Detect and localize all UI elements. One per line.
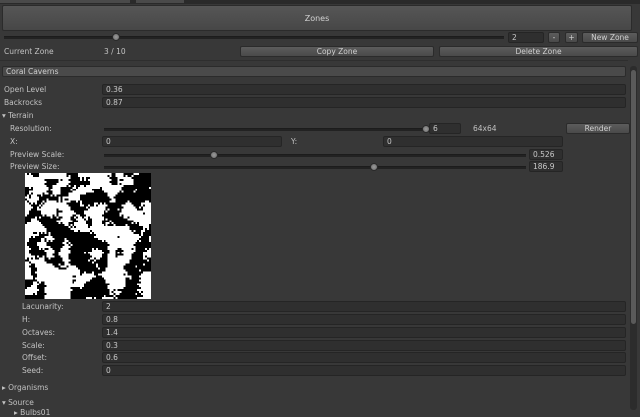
lacunarity-field[interactable]: 2 [102, 301, 626, 312]
preview-scale-label: Preview Scale: [10, 150, 65, 159]
lacunarity-label: Lacunarity: [22, 302, 64, 311]
y-field[interactable]: 0 [383, 136, 563, 147]
open-level-field[interactable]: 0.36 [102, 84, 626, 95]
terrain-preview-image [25, 173, 151, 299]
foldout-open-icon: ▾ [2, 398, 6, 407]
offset-label: Offset: [22, 353, 48, 362]
preview-size-field[interactable]: 186.9 [529, 161, 563, 172]
resolution-size-text: 64x64 [473, 124, 497, 133]
zone-index-field[interactable]: 2 [508, 32, 544, 43]
zones-header-button[interactable]: Zones [2, 5, 632, 31]
resolution-slider-track[interactable] [104, 128, 426, 131]
offset-field[interactable]: 0.6 [102, 352, 626, 363]
new-zone-button[interactable]: New Zone [582, 32, 638, 43]
window-tab-strip [0, 0, 640, 4]
delete-zone-button[interactable]: Delete Zone [439, 46, 638, 57]
preview-size-slider-track[interactable] [104, 166, 526, 169]
current-zone-value: 3 / 10 [104, 47, 126, 56]
h-field[interactable]: 0.8 [102, 314, 626, 325]
render-button[interactable]: Render [566, 123, 630, 134]
divider [0, 60, 628, 61]
current-zone-label: Current Zone [4, 47, 54, 56]
open-level-label: Open Level [4, 85, 47, 94]
scale-field[interactable]: 0.3 [102, 340, 626, 351]
zones-title: Zones [304, 13, 330, 23]
x-field[interactable]: 0 [102, 136, 282, 147]
preview-size-label: Preview Size: [10, 162, 60, 171]
source-label: Source [8, 398, 34, 407]
seed-field[interactable]: 0 [102, 365, 626, 376]
foldout-closed-icon: ▸ [2, 383, 6, 392]
terrain-foldout[interactable]: ▾ Terrain [2, 111, 34, 120]
copy-zone-button[interactable]: Copy Zone [240, 46, 434, 57]
zone-slider-track[interactable] [4, 36, 504, 39]
x-label: X: [10, 137, 18, 146]
resolution-field[interactable]: 6 [429, 123, 461, 134]
inspector-scroll-thumb[interactable] [631, 70, 636, 324]
backrocks-label: Backrocks [4, 98, 43, 107]
source-foldout[interactable]: ▾ Source [2, 398, 34, 407]
window-tab[interactable] [0, 0, 130, 3]
preview-scale-slider-track[interactable] [104, 154, 526, 157]
octaves-field[interactable]: 1.4 [102, 327, 626, 338]
zone-name-field[interactable]: Coral Caverns [2, 66, 626, 77]
terrain-label: Terrain [8, 111, 34, 120]
foldout-open-icon: ▾ [2, 111, 6, 120]
seed-label: Seed: [22, 366, 44, 375]
preview-scale-slider-knob[interactable] [209, 151, 218, 159]
h-label: H: [22, 315, 31, 324]
y-label: Y: [291, 137, 298, 146]
zone-plus-button[interactable]: + [565, 32, 578, 43]
preview-scale-field[interactable]: 0.526 [529, 149, 563, 160]
octaves-label: Octaves: [22, 328, 56, 337]
zone-slider-knob[interactable] [112, 33, 120, 41]
resolution-label: Resolution: [10, 124, 52, 133]
organisms-foldout[interactable]: ▸ Organisms [2, 383, 48, 392]
scale-label: Scale: [22, 341, 45, 350]
backrocks-field[interactable]: 0.87 [102, 97, 626, 108]
organisms-label: Organisms [8, 383, 49, 392]
preview-size-slider-knob[interactable] [370, 163, 379, 171]
window-tab[interactable] [136, 0, 184, 3]
zone-minus-button[interactable]: - [548, 32, 560, 43]
